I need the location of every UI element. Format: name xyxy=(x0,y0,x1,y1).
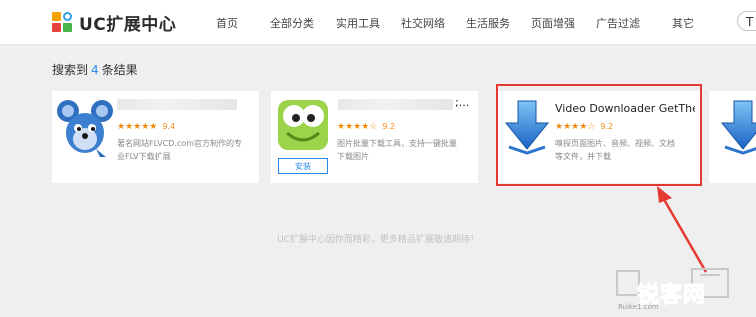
watermark-subtext: Ruike1.com xyxy=(618,303,659,311)
footer-note: UC扩展中心因你而精彩，更多精品扩展敬请期待！ xyxy=(277,235,479,245)
